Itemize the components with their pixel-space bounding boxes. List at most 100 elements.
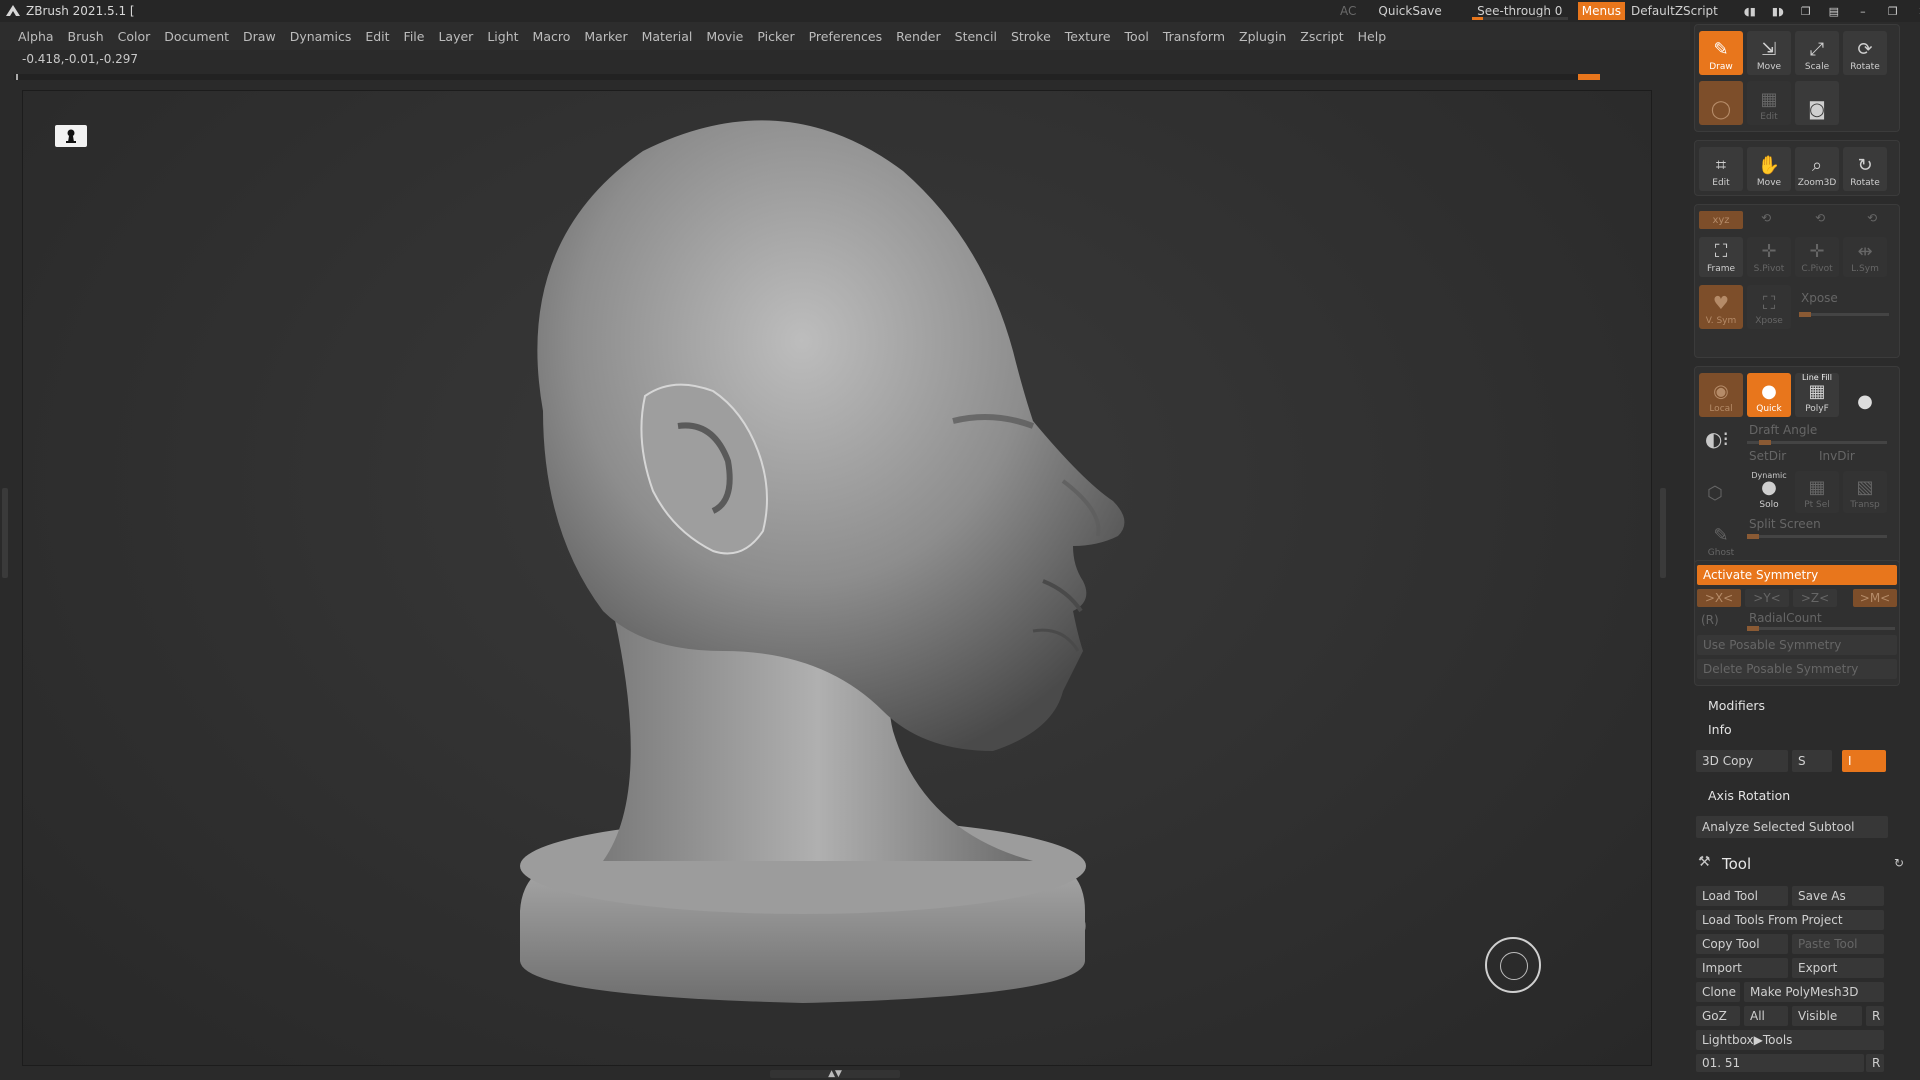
menu-item-render[interactable]: Render [896,29,941,44]
modifiers-header[interactable]: Modifiers [1708,698,1765,713]
radial-count-slider[interactable] [1747,626,1895,631]
palette-right-icon[interactable]: ▮◗ [1764,0,1792,22]
ui-menu-icon[interactable]: ▤ [1820,0,1848,22]
xpose-slider[interactable] [1799,312,1889,317]
menu-item-zplugin[interactable]: Zplugin [1239,29,1286,44]
xyz-rotation-toggle[interactable]: xyz [1699,211,1743,229]
menu-item-color[interactable]: Color [118,29,151,44]
menu-item-marker[interactable]: Marker [584,29,627,44]
material-button[interactable]: ◯ [1699,81,1743,125]
close-icon[interactable]: ✕ [1908,0,1920,22]
ghost-button[interactable]: ✎ Ghost [1699,517,1743,561]
menu-item-stroke[interactable]: Stroke [1011,29,1051,44]
local-button[interactable]: ◉ Local [1699,373,1743,417]
nav-edit-button[interactable]: ⌗ Edit [1699,147,1743,191]
menu-item-movie[interactable]: Movie [706,29,743,44]
timeline-marker[interactable] [1578,74,1600,80]
polyf-button[interactable]: Line Fill ▦ PolyF [1795,373,1839,417]
right-tray-handle[interactable] [1660,488,1666,578]
make-polymesh3d-button[interactable]: Make PolyMesh3D [1744,982,1884,1002]
use-posable-symmetry-button[interactable]: Use Posable Symmetry [1697,635,1897,655]
split-screen-slider[interactable] [1747,534,1887,539]
tool-slider[interactable]: 01. 51 [1696,1054,1864,1072]
menu-item-macro[interactable]: Macro [533,29,571,44]
cube-icon[interactable]: ⬡ [1707,483,1723,504]
goz-all-button[interactable]: All [1744,1006,1788,1026]
goz-visible-button[interactable]: Visible [1792,1006,1862,1026]
minimize-icon[interactable]: – [1848,0,1878,22]
quick-button[interactable]: ● Quick [1747,373,1791,417]
s-button[interactable]: S [1792,750,1832,772]
setdir-button[interactable]: SetDir [1749,449,1786,463]
y-rotation-icon[interactable]: ⟲ [1761,211,1771,225]
tool-slider-r-button[interactable]: R [1866,1054,1884,1072]
menu-item-alpha[interactable]: Alpha [18,29,54,44]
menu-item-material[interactable]: Material [642,29,693,44]
zoom3d-button[interactable]: ⌕ Zoom3D [1795,147,1839,191]
axis-rotation-header[interactable]: Axis Rotation [1708,788,1790,803]
nav-move-button[interactable]: ✋ Move [1747,147,1791,191]
menu-item-transform[interactable]: Transform [1163,29,1225,44]
goz-button[interactable]: GoZ [1696,1006,1740,1026]
export-button[interactable]: Export [1792,958,1884,978]
ac-toggle[interactable]: AC [1340,4,1356,18]
vsym-button[interactable]: ♥ V. Sym [1699,285,1743,329]
delete-posable-symmetry-button[interactable]: Delete Posable Symmetry [1697,659,1897,679]
restore-icon[interactable]: ❐ [1878,0,1908,22]
refresh-icon[interactable]: ↻ [1894,856,1904,870]
draft-angle-slider[interactable] [1747,440,1887,445]
left-tray-handle[interactable] [2,488,8,578]
solo-button[interactable]: Dynamic ● Solo [1747,471,1791,513]
x-axis-button[interactable]: >X< [1697,589,1741,607]
menu-item-zscript[interactable]: Zscript [1300,29,1343,44]
m-axis-button[interactable]: >M< [1853,589,1897,607]
layout-icon[interactable]: ❐ [1792,0,1820,22]
menus-toggle[interactable]: Menus [1577,2,1625,20]
head-model[interactable] [23,91,1653,1067]
ptsel-button[interactable]: ▦ Pt Sel [1795,471,1839,513]
palette-left-icon[interactable]: ◖▮ [1736,0,1764,22]
snapshot-button[interactable]: ◙ [1795,81,1839,125]
menu-item-light[interactable]: Light [487,29,518,44]
rotate-mode-button[interactable]: ⟳ Rotate [1843,31,1887,75]
clone-button[interactable]: Clone [1696,982,1740,1002]
load-tools-from-project-button[interactable]: Load Tools From Project [1696,910,1884,930]
z-rotation-icon[interactable]: ⟲ [1815,211,1825,225]
3d-copy-button[interactable]: 3D Copy [1696,750,1788,772]
menu-item-texture[interactable]: Texture [1065,29,1111,44]
menu-item-document[interactable]: Document [164,29,229,44]
spivot-button[interactable]: ✛ S.Pivot [1747,237,1791,277]
scale-mode-button[interactable]: ⤢ Scale [1795,31,1839,75]
i-field[interactable]: I [1842,750,1886,772]
lsym-button[interactable]: ⇹ L.Sym [1843,237,1887,277]
save-as-button[interactable]: Save As [1792,886,1884,906]
import-button[interactable]: Import [1696,958,1788,978]
goz-r-button[interactable]: R [1866,1006,1884,1026]
menu-item-preferences[interactable]: Preferences [809,29,883,44]
paste-tool-button[interactable]: Paste Tool [1792,934,1884,954]
z-axis-button[interactable]: >Z< [1793,589,1837,607]
cpivot-button[interactable]: ✛ C.Pivot [1795,237,1839,277]
see-through-slider[interactable]: See-through 0 [1470,0,1570,22]
analyze-selected-subtool-button[interactable]: Analyze Selected Subtool [1696,816,1888,838]
document-canvas[interactable] [22,90,1652,1066]
shading-sphere-button[interactable]: ● [1843,373,1887,417]
timeline-strip[interactable] [14,74,1600,80]
menu-item-dynamics[interactable]: Dynamics [290,29,352,44]
move-mode-button[interactable]: ⇲ Move [1747,31,1791,75]
info-header[interactable]: Info [1708,722,1732,737]
menu-item-help[interactable]: Help [1358,29,1387,44]
menu-item-layer[interactable]: Layer [438,29,473,44]
menu-item-file[interactable]: File [404,29,425,44]
lightbox-tools-button[interactable]: Lightbox▶Tools [1696,1030,1884,1050]
menu-item-brush[interactable]: Brush [68,29,104,44]
xpose-icon-button[interactable]: ⛶ Xpose [1747,285,1791,329]
nav-rotate-button[interactable]: ↻ Rotate [1843,147,1887,191]
frame-button[interactable]: ⛶ Frame [1699,237,1743,277]
copy-tool-button[interactable]: Copy Tool [1696,934,1788,954]
tool-palette-header[interactable]: ⚒ Tool ↻ [1690,852,1920,876]
menu-item-stencil[interactable]: Stencil [955,29,997,44]
transp-button[interactable]: ▧ Transp [1843,471,1887,513]
radial-toggle[interactable]: (R) [1701,613,1719,627]
quicksave-button[interactable]: QuickSave [1378,4,1441,18]
